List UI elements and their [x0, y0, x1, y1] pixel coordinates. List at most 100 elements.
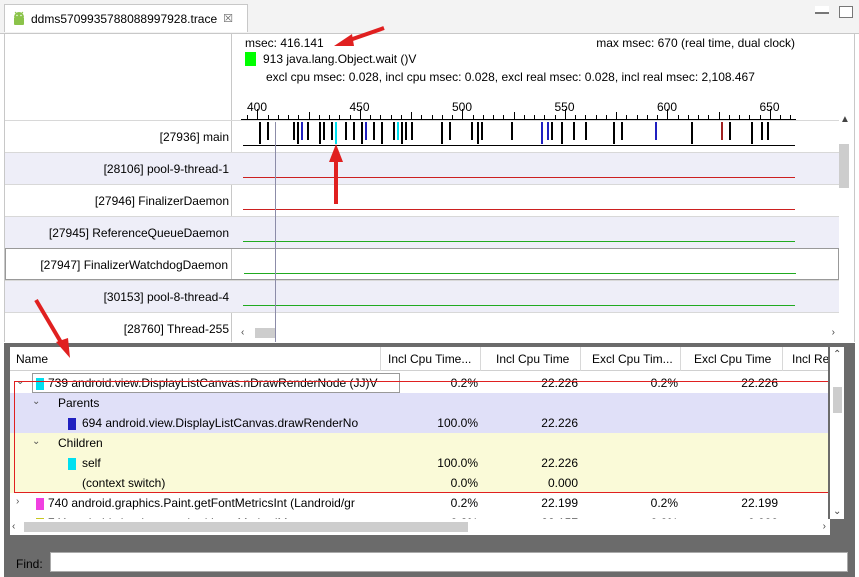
timeline-panel: msec: 416.141 max msec: 670 (real time, …: [4, 34, 855, 342]
trace-call-bar[interactable]: [323, 122, 325, 140]
minimize-icon[interactable]: [815, 6, 829, 14]
ruler-tick: [605, 115, 607, 119]
trace-call-bar[interactable]: [721, 122, 723, 140]
trace-call-bar[interactable]: [511, 122, 513, 140]
max-msec: max msec: 670 (real time, dual clock): [596, 36, 795, 50]
column-divider: [782, 347, 783, 371]
ruler-tick: [595, 115, 597, 119]
trace-call-bar[interactable]: [613, 122, 615, 144]
ruler-tick: [503, 115, 505, 119]
scrollbar-thumb[interactable]: [833, 387, 842, 413]
trace-call-bar[interactable]: [573, 122, 575, 140]
thread-row[interactable]: [27936] main: [5, 120, 839, 152]
maximize-icon[interactable]: [839, 6, 853, 18]
table-row[interactable]: › 740 android.graphics.Paint.getFontMetri…: [10, 493, 828, 513]
col-excl-cpu-pct[interactable]: Excl Cpu Tim...: [592, 352, 673, 366]
timeline-vertical-scrollbar[interactable]: ▲: [837, 114, 850, 326]
trace-call-bar[interactable]: [365, 122, 367, 140]
trace-call-bar[interactable]: [293, 122, 295, 140]
scroll-left-icon[interactable]: ‹: [241, 327, 244, 338]
close-tab-icon[interactable]: ☒: [223, 12, 233, 25]
trace-call-bar[interactable]: [471, 122, 473, 140]
thread-activity-line: [243, 145, 795, 146]
col-incl-cpu[interactable]: Incl Cpu Time: [496, 352, 569, 366]
trace-call-bar[interactable]: [585, 122, 587, 140]
thread-row[interactable]: [27945] ReferenceQueueDaemon: [5, 216, 839, 248]
trace-call-bar[interactable]: [345, 122, 347, 140]
ruler-tick: [349, 115, 351, 119]
thread-row[interactable]: [30153] pool-8-thread-4: [5, 280, 839, 312]
trace-call-bar[interactable]: [381, 122, 383, 144]
trace-call-bar[interactable]: [561, 122, 563, 144]
trace-call-bar[interactable]: [301, 122, 303, 140]
trace-call-bar[interactable]: [655, 122, 657, 140]
column-divider: [580, 347, 581, 371]
metric-cell: 22.199: [541, 496, 578, 510]
trace-call-bar[interactable]: [401, 122, 403, 144]
highlight-annotation-box: [14, 381, 828, 493]
trace-call-bar[interactable]: [477, 122, 479, 144]
col-name[interactable]: Name: [16, 352, 48, 366]
timeline-horizontal-scrollbar[interactable]: ‹ ›: [241, 326, 835, 340]
trace-call-bar[interactable]: [411, 122, 413, 140]
trace-call-bar[interactable]: [259, 122, 261, 144]
trace-call-bar[interactable]: [297, 122, 299, 144]
ruler-tick: [687, 115, 689, 119]
trace-call-bar[interactable]: [373, 122, 375, 140]
find-bar: Find:: [4, 543, 855, 577]
table-horizontal-scrollbar[interactable]: ‹ ›: [10, 519, 830, 535]
scrollbar-thumb[interactable]: [255, 328, 275, 338]
trace-call-bar[interactable]: [621, 122, 623, 140]
scroll-up-icon[interactable]: ▲: [840, 114, 850, 125]
scrollbar-thumb[interactable]: [839, 144, 849, 188]
thread-row[interactable]: [27946] FinalizerDaemon: [5, 184, 839, 216]
metric-cell: 0.2%: [450, 496, 478, 510]
trace-call-bar[interactable]: [751, 122, 753, 144]
trace-call-bar[interactable]: [267, 122, 269, 140]
thread-activity-line: [243, 209, 795, 210]
trace-call-bar[interactable]: [353, 122, 355, 140]
ruler-tick: [575, 115, 576, 119]
expand-toggle-icon[interactable]: ›: [16, 496, 19, 507]
col-excl-cpu[interactable]: Excl Cpu Time: [694, 352, 771, 366]
col-incl-cpu-pct[interactable]: Incl Cpu Time...: [388, 352, 471, 366]
table-vertical-scrollbar[interactable]: ⌃ ⌄: [830, 347, 844, 519]
find-input[interactable]: [50, 552, 848, 572]
scroll-left-icon[interactable]: ‹: [12, 521, 15, 532]
col-incl-real[interactable]: Incl Re: [792, 352, 828, 366]
time-ruler[interactable]: 400 450 500 550 600 650: [241, 88, 796, 120]
trace-call-bar[interactable]: [307, 122, 309, 140]
trace-call-bar[interactable]: [547, 122, 549, 140]
trace-call-bar[interactable]: [335, 122, 337, 144]
scroll-up-icon[interactable]: ⌃: [833, 349, 841, 360]
trace-call-bar[interactable]: [449, 122, 451, 140]
trace-call-bar[interactable]: [361, 122, 363, 144]
trace-call-bar[interactable]: [331, 122, 333, 140]
trace-call-bar[interactable]: [441, 122, 443, 144]
thread-row[interactable]: [27947] FinalizerWatchdogDaemon: [5, 248, 839, 280]
trace-file-tab[interactable]: ddms5709935788088997928.trace ☒: [4, 4, 248, 32]
ruler-tick: [708, 115, 710, 119]
scroll-right-icon[interactable]: ›: [832, 327, 835, 338]
trace-call-bar[interactable]: [767, 122, 769, 140]
scrollbar-thumb[interactable]: [24, 522, 468, 532]
trace-call-bar[interactable]: [541, 122, 543, 144]
scroll-right-icon[interactable]: ›: [823, 521, 826, 532]
trace-call-bar[interactable]: [397, 122, 399, 140]
tab-title: ddms5709935788088997928.trace: [31, 11, 218, 26]
trace-call-bar[interactable]: [481, 122, 483, 140]
ruler-tick: [472, 115, 474, 119]
trace-call-bar[interactable]: [691, 122, 693, 144]
trace-call-bar[interactable]: [319, 122, 321, 144]
trace-call-bar[interactable]: [393, 122, 395, 140]
trace-call-bar[interactable]: [551, 122, 553, 140]
ruler-tick: [780, 115, 781, 119]
scroll-down-icon[interactable]: ⌄: [833, 506, 841, 517]
ruler-tick: [359, 109, 361, 119]
find-label: Find:: [16, 557, 43, 571]
thread-row[interactable]: [28106] pool-9-thread-1: [5, 152, 839, 184]
trace-call-bar[interactable]: [761, 122, 763, 140]
trace-call-bar[interactable]: [729, 122, 731, 140]
trace-call-bar[interactable]: [405, 122, 407, 140]
ruler-tick: [441, 115, 443, 119]
